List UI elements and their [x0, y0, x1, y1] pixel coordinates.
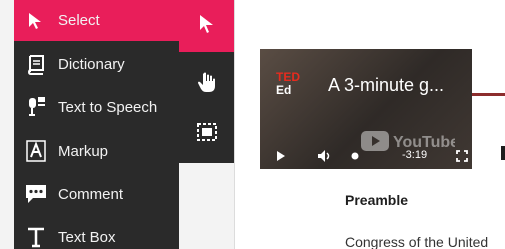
hand-icon	[197, 71, 217, 98]
region-select-icon	[196, 122, 218, 147]
play-icon[interactable]	[276, 150, 286, 162]
select-arrow-icon	[14, 12, 58, 30]
embedded-video[interactable]: TED Ed A 3-minute g... YouTube -3:19	[260, 49, 472, 169]
select-tool-button[interactable]	[179, 0, 234, 52]
body-text: Congress of the United	[345, 234, 489, 249]
page-marker	[501, 146, 505, 160]
vertical-toolbar	[179, 0, 234, 163]
menu-item-dictionary[interactable]: Dictionary	[14, 42, 179, 86]
video-controls: -3:19	[260, 143, 472, 169]
progress-handle[interactable]	[351, 152, 359, 160]
select-arrow-icon	[198, 14, 216, 39]
speech-icon	[14, 95, 58, 119]
time-remaining: -3:19	[402, 149, 428, 161]
divider-line	[472, 93, 505, 96]
channel-logo: TED Ed	[276, 71, 308, 101]
text-box-icon	[14, 225, 58, 249]
markup-icon	[14, 139, 58, 163]
menu-item-select[interactable]: Select	[14, 0, 179, 41]
menu-item-label: Text Box	[58, 228, 116, 246]
pan-tool-button[interactable]	[179, 60, 234, 108]
menu-item-text-box[interactable]: Text Box	[14, 215, 179, 249]
menu-item-label: Select	[58, 12, 100, 29]
menu-item-markup[interactable]: Markup	[14, 129, 179, 173]
menu-item-label: Dictionary	[58, 55, 125, 73]
menu-item-label: Text to Speech	[58, 98, 158, 116]
book-icon	[14, 53, 58, 75]
volume-icon[interactable]	[317, 149, 333, 163]
video-title[interactable]: A 3-minute g...	[328, 75, 444, 96]
menu-item-label: Comment	[58, 185, 124, 203]
menu-item-comment[interactable]: Comment	[14, 172, 179, 216]
fullscreen-icon[interactable]	[456, 150, 468, 162]
menu-item-text-to-speech[interactable]: Text to Speech	[14, 85, 179, 129]
comment-icon	[14, 183, 58, 205]
channel-logo-subtext: Ed	[276, 83, 292, 97]
menu-item-label: Markup	[58, 142, 109, 160]
section-heading: Preamble	[345, 192, 409, 208]
tool-menu: Select Dictionary Text to Speech Markup …	[14, 0, 179, 249]
region-select-button[interactable]	[179, 112, 234, 156]
